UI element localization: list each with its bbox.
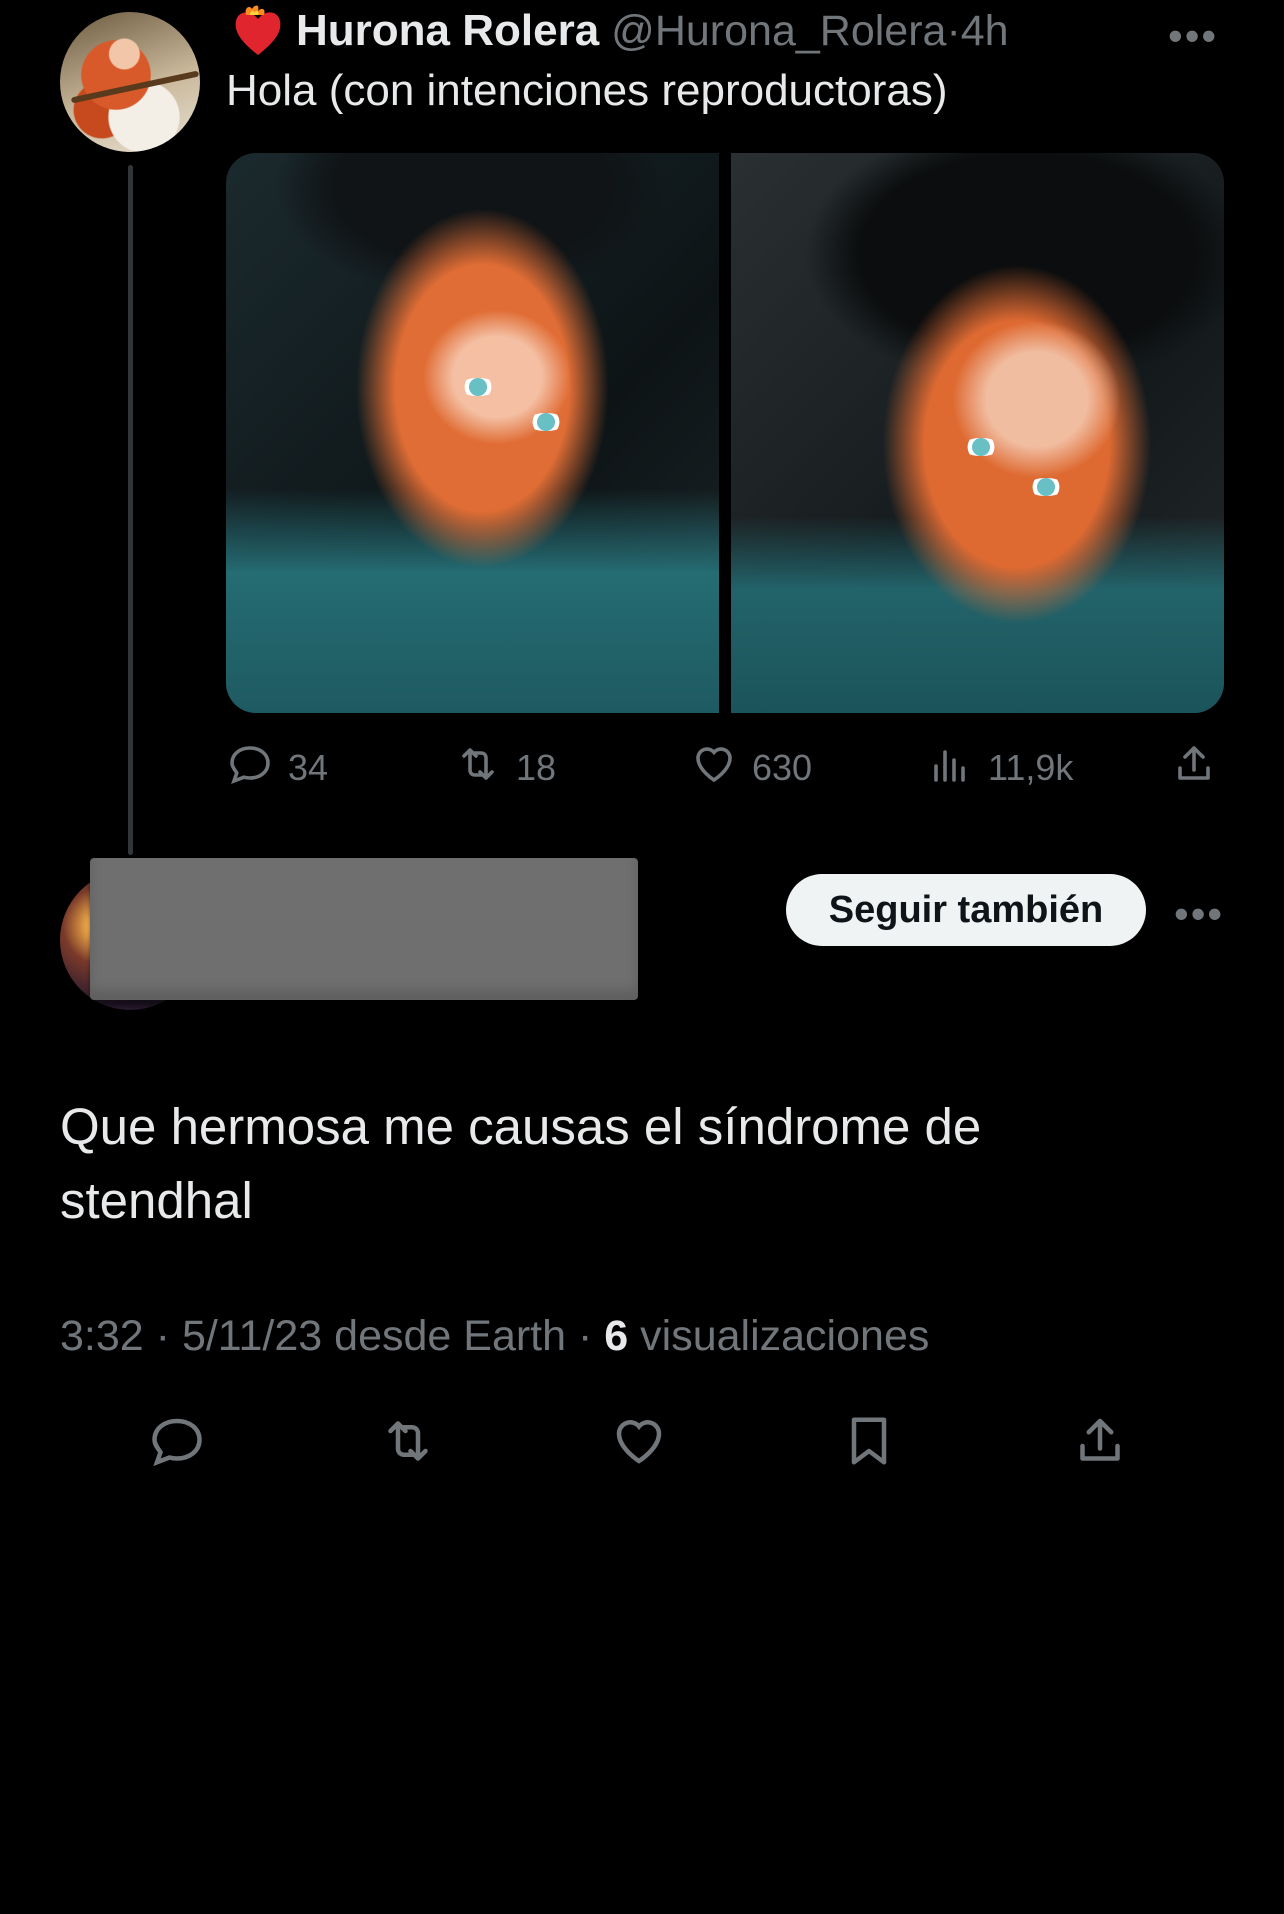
reply-meta: 3:32 · 5/11/23 desde Earth · 6 visualiza… — [60, 1312, 929, 1361]
retweet-count: 18 — [516, 747, 557, 788]
bookmark-icon — [839, 1411, 899, 1476]
reply-text: Que hermosa me causas el síndrome de ste… — [60, 1098, 982, 1229]
author-handle-text[interactable]: @Hurona_Rolera — [611, 7, 946, 55]
tweet-time-ago[interactable]: 4h — [961, 7, 1009, 55]
like-icon — [609, 1411, 669, 1476]
tweet-text: Hola (con intenciones reproductoras) — [226, 66, 948, 115]
redaction-block — [90, 858, 638, 1000]
reply-count: 34 — [288, 747, 329, 788]
heart-fire-emoji-icon — [232, 3, 284, 59]
tweet-media-grid[interactable] — [226, 153, 1224, 713]
meta-separator: · — [578, 1312, 593, 1360]
share-button[interactable] — [1065, 1408, 1135, 1478]
retweet-icon — [378, 1411, 438, 1476]
reply-button[interactable] — [142, 1408, 212, 1478]
follow-button[interactable]: Seguir también — [786, 874, 1146, 946]
more-icon[interactable]: ••• — [1168, 12, 1218, 60]
retweet-button[interactable] — [373, 1408, 443, 1478]
like-count: 630 — [752, 747, 813, 788]
like-action[interactable]: 630 — [690, 740, 812, 796]
header-separator: · — [946, 6, 961, 55]
author-avatar[interactable] — [60, 12, 200, 152]
reply-icon — [147, 1411, 207, 1476]
share-icon — [1170, 740, 1218, 797]
reply-action[interactable]: 34 — [226, 740, 328, 796]
retweet-icon — [454, 740, 502, 797]
views-icon — [926, 740, 974, 797]
photo-detail — [961, 438, 1001, 456]
like-icon — [690, 740, 738, 797]
share-icon — [1070, 1411, 1130, 1476]
views-count: 11,9k — [988, 747, 1074, 788]
retweet-action[interactable]: 18 — [454, 740, 556, 796]
author-display-name[interactable]: Hurona Rolera — [296, 6, 599, 56]
reply-views-label: visualizaciones — [640, 1312, 930, 1360]
tweet-action-bar: 34 18 630 11,9k — [226, 740, 1226, 796]
reply-date-source[interactable]: 5/11/23 desde Earth — [182, 1312, 566, 1360]
bookmark-button[interactable] — [834, 1408, 904, 1478]
photo-detail — [458, 378, 498, 396]
share-action[interactable] — [1170, 740, 1218, 796]
tweet-header: Hurona Rolera @Hurona_Rolera·4h — [232, 0, 1009, 62]
reply-time[interactable]: 3:32 — [60, 1312, 144, 1360]
tweet-photo-1[interactable] — [226, 153, 719, 713]
photo-detail — [526, 413, 566, 431]
reply-icon — [226, 740, 274, 797]
tweet-photo-2[interactable] — [731, 153, 1224, 713]
more-icon[interactable]: ••• — [1174, 890, 1224, 938]
author-handle[interactable]: @Hurona_Rolera·4h — [611, 7, 1008, 56]
reply-views-count: 6 — [604, 1312, 629, 1360]
meta-separator: · — [155, 1312, 170, 1360]
avatar-bow-detail — [70, 70, 200, 104]
views-action[interactable]: 11,9k — [926, 740, 1073, 796]
photo-detail — [1026, 478, 1066, 496]
reply-action-bar — [0, 1408, 1284, 1478]
thread-line — [128, 165, 133, 855]
like-button[interactable] — [604, 1408, 674, 1478]
